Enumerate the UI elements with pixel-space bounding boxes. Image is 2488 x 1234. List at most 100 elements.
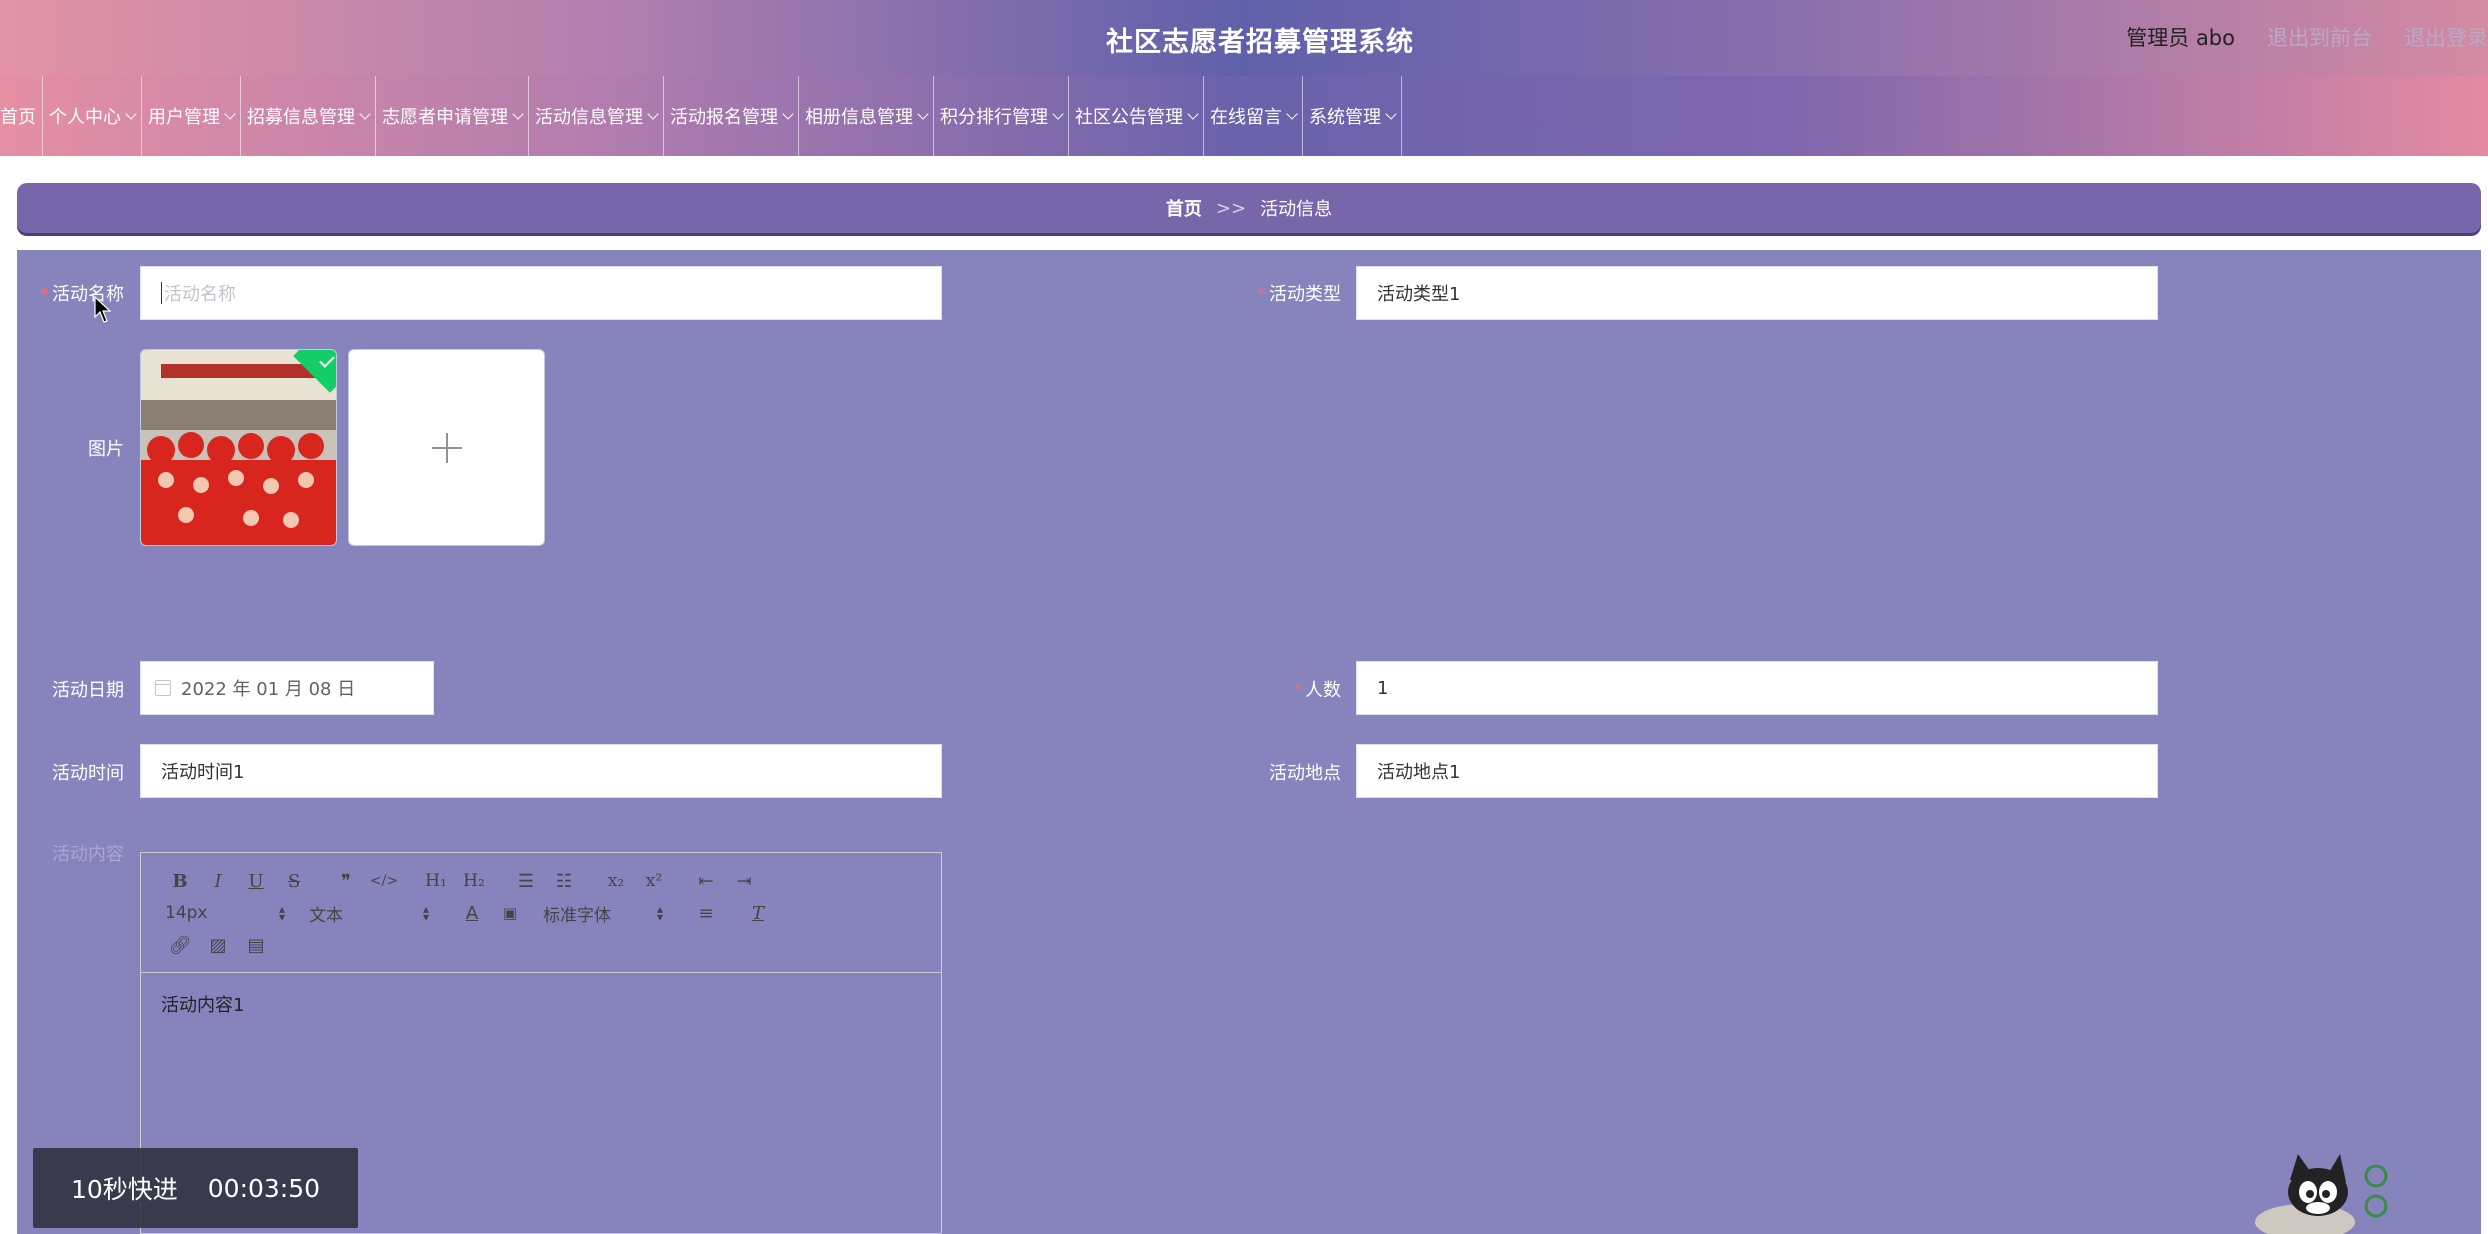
chevron-down-icon [1187, 108, 1199, 120]
uploaded-image-thumbnail[interactable] [140, 349, 337, 546]
editor-content[interactable]: 活动内容1 [141, 973, 941, 1035]
nav-item-messages[interactable]: 在线留言 [1204, 76, 1303, 156]
heading-1-button[interactable]: H₁ [417, 871, 455, 891]
nav-label: 个人中心 [49, 107, 121, 128]
activity-type-input[interactable]: 活动类型1 [1356, 266, 2158, 320]
nav-label: 积分排行管理 [940, 107, 1048, 128]
chevron-down-icon [512, 108, 524, 120]
exit-to-front-link[interactable]: 退出到前台 [2267, 22, 2372, 52]
heading-2-button[interactable]: H₂ [455, 871, 493, 891]
app-header: 社区志愿者招募管理系统 管理员 abo 退出到前台 退出登录 [0, 0, 2488, 76]
video-overlay: 10秒快进 00:03:50 [33, 1148, 358, 1228]
indent-icon[interactable]: ⇥ [725, 871, 763, 892]
text-style-value: 文本 [309, 905, 343, 926]
nav-label: 活动报名管理 [670, 107, 778, 128]
background-color-icon[interactable]: ▣ [491, 904, 529, 922]
align-icon[interactable]: ≡ [687, 903, 725, 924]
italic-button[interactable]: I [199, 871, 237, 892]
activity-date-label: 活动日期 [52, 680, 124, 701]
video-timestamp: 00:03:50 [207, 1173, 321, 1203]
text-caret [161, 282, 162, 304]
activity-content-label: 活动内容 [52, 844, 124, 865]
font-size-select[interactable]: 14px ▴ ▾ [165, 903, 285, 923]
fast-forward-label[interactable]: 10秒快进 [71, 1170, 178, 1206]
nav-item-announcements[interactable]: 社区公告管理 [1069, 76, 1204, 156]
nav-label: 用户管理 [148, 107, 220, 128]
user-area: 管理员 abo 退出到前台 退出登录 [2126, 22, 2488, 52]
font-family-select[interactable]: 标准字体 ▴ ▾ [543, 901, 663, 926]
cat-mascot-icon [2255, 1154, 2388, 1234]
select-arrows-icon: ▴ ▾ [656, 902, 663, 924]
nav-item-user-management[interactable]: 用户管理 [142, 76, 241, 156]
select-arrows-icon: ▴ ▾ [422, 902, 429, 924]
ordered-list-icon[interactable]: ☰ [507, 871, 545, 892]
chevron-down-icon [1385, 108, 1397, 120]
font-size-value: 14px [165, 903, 208, 923]
font-color-icon[interactable]: A [453, 903, 491, 924]
nav-item-points-ranking[interactable]: 积分排行管理 [934, 76, 1069, 156]
breadcrumb-current: 活动信息 [1260, 199, 1333, 220]
text-style-select[interactable]: 文本 ▴ ▾ [309, 901, 429, 926]
nav-label: 系统管理 [1309, 107, 1381, 128]
calendar-icon [155, 680, 171, 696]
font-family-value: 标准字体 [543, 905, 611, 926]
chevron-down-icon [125, 108, 137, 120]
activity-date-value: 2022 年 01 月 08 日 [181, 679, 356, 700]
link-icon[interactable]: 🔗︎ [161, 935, 199, 956]
nav-item-home[interactable]: 首页 [0, 76, 43, 156]
video-icon[interactable]: ▤ [237, 935, 275, 956]
nav-item-volunteer-application[interactable]: 志愿者申请管理 [376, 76, 529, 156]
upload-image-button[interactable] [348, 349, 545, 546]
image-icon[interactable]: ▨ [199, 935, 237, 956]
select-arrows-icon: ▴ ▾ [278, 902, 285, 924]
clear-format-icon[interactable]: T [739, 903, 777, 924]
breadcrumb-home[interactable]: 首页 [1166, 195, 1202, 221]
nav-item-personal-center[interactable]: 个人中心 [43, 76, 142, 156]
activity-date-picker[interactable]: 2022 年 01 月 08 日 [140, 661, 434, 715]
activity-type-label: * 活动类型 [1257, 284, 1341, 305]
bold-button[interactable]: B [161, 871, 199, 892]
nav-label: 社区公告管理 [1075, 107, 1183, 128]
image-label: 图片 [88, 439, 124, 460]
nav-label: 活动信息管理 [535, 107, 643, 128]
underline-button[interactable]: U [237, 871, 275, 892]
superscript-button[interactable]: x² [635, 871, 673, 891]
activity-time-input[interactable]: 活动时间1 [140, 744, 942, 798]
chevron-down-icon [917, 108, 929, 120]
nav-label: 在线留言 [1210, 107, 1282, 128]
strikethrough-button[interactable]: S [275, 871, 313, 892]
chevron-down-icon [1052, 108, 1064, 120]
chevron-down-icon [647, 108, 659, 120]
activity-location-input[interactable]: 活动地点1 [1356, 744, 2158, 798]
editor-toolbar: B I U S ❞ </> H₁ H₂ ☰ ☷ x₂ x² ⇤ ⇥ 14px ▴ ▾… [141, 853, 941, 973]
nav-item-activity-info[interactable]: 活动信息管理 [529, 76, 664, 156]
activity-time-label: 活动时间 [52, 763, 124, 784]
chevron-down-icon [1286, 108, 1298, 120]
outdent-icon[interactable]: ⇤ [687, 871, 725, 892]
nav-label: 招募信息管理 [247, 107, 355, 128]
nav-label: 相册信息管理 [805, 107, 913, 128]
chevron-down-icon [359, 108, 371, 120]
plus-icon [431, 432, 462, 463]
activity-name-placeholder: 活动名称 [164, 284, 236, 305]
nav-item-activity-signup[interactable]: 活动报名管理 [664, 76, 799, 156]
nav-label: 志愿者申请管理 [382, 107, 508, 128]
headcount-input[interactable]: 1 [1356, 661, 2158, 715]
blockquote-icon[interactable]: ❞ [327, 871, 365, 892]
breadcrumb: 首页 >> 活动信息 [17, 183, 2481, 233]
activity-name-input[interactable]: 活动名称 [140, 266, 942, 320]
chevron-down-icon [782, 108, 794, 120]
nav-item-album[interactable]: 相册信息管理 [799, 76, 934, 156]
mouse-cursor-icon [94, 296, 112, 323]
breadcrumb-separator: >> [1215, 197, 1247, 219]
activity-location-label: 活动地点 [1269, 763, 1341, 784]
nav-item-system[interactable]: 系统管理 [1303, 76, 1402, 156]
code-block-icon[interactable]: </> [365, 873, 403, 889]
nav-item-recruitment[interactable]: 招募信息管理 [241, 76, 376, 156]
bullet-list-icon[interactable]: ☷ [545, 871, 583, 892]
subscript-button[interactable]: x₂ [597, 871, 635, 891]
main-nav: 首页 个人中心 用户管理 招募信息管理 志愿者申请管理 活动信息管理 活动报名管… [0, 76, 2488, 156]
headcount-label: * 人数 [1293, 680, 1341, 701]
logout-link[interactable]: 退出登录 [2404, 22, 2488, 52]
admin-user-label: 管理员 abo [2126, 26, 2235, 50]
